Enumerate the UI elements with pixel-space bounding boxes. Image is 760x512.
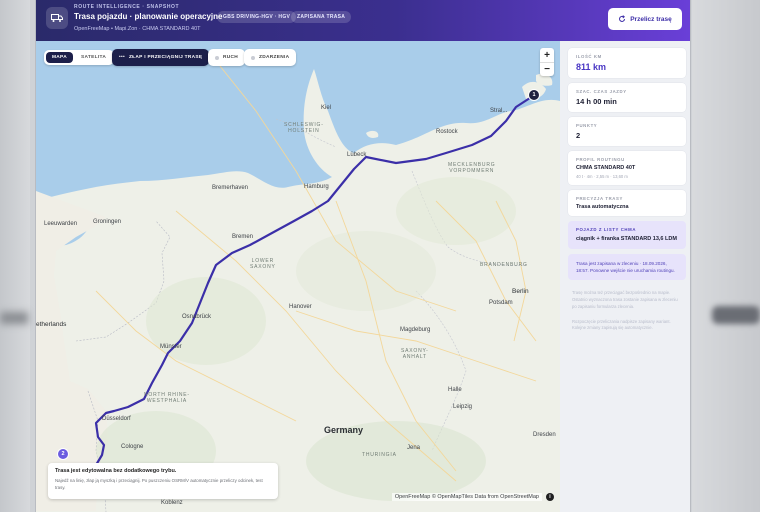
header-kicker: ROUTE INTELLIGENCE · SNAPSHOT	[74, 4, 180, 10]
info-icon[interactable]: i	[546, 493, 554, 501]
refresh-icon	[619, 15, 626, 22]
drive-time-card: SZAC. CZAS JAZDY 14 h 00 min	[568, 83, 686, 112]
route-summary-sidebar: ILOŚĆ KM 811 km SZAC. CZAS JAZDY 14 h 00…	[560, 41, 690, 512]
map-label-koblenz: Koblenz	[161, 500, 183, 506]
drag-route-label: ZŁAP I PRZECIĄGNIJ TRASĘ	[128, 55, 203, 60]
saved-route-note: Trasa jest zapisana w zleceniu · 18.09.2…	[568, 254, 686, 281]
traffic-label: RUCH	[223, 55, 239, 60]
route-precision-value: Trasa automatyczna	[576, 204, 629, 210]
route-edit-notice: Trasa jest edytowalna bez dodatkowego tr…	[48, 463, 278, 499]
map-label-brandenburg: BRANDENBURG	[480, 262, 528, 268]
map-label-leipzig: Leipzig	[453, 404, 473, 410]
map-label-osnabruck: Osnabrück	[182, 314, 212, 320]
route-end-pin[interactable]: 2	[57, 448, 69, 460]
distance-value: 811 km	[576, 62, 607, 72]
map-label-cologne: Cologne	[121, 444, 144, 450]
zoom-out-button[interactable]: −	[540, 62, 554, 76]
map-label-schleswig-holstein: SCHLESWIG- HOLSTEIN	[284, 122, 324, 134]
zoom-control: + −	[540, 48, 554, 76]
map-label-nrw: NORTH RHINE- WESTPHALIA	[144, 392, 190, 404]
sidebar-help-text-1: Trasę można też przeciągać bezpośrednio …	[572, 290, 678, 309]
drag-route-button[interactable]: ••• ZŁAP I PRZECIĄGNIJ TRASĘ	[112, 49, 210, 66]
distance-key: ILOŚĆ KM	[576, 54, 602, 59]
vehicle-value: ciągnik + firanka STANDARD 13,6 LDM	[576, 236, 677, 242]
notice-body: Najedź na linię, złap ją myszką i przeci…	[55, 478, 263, 490]
route-precision-card: PRECYZJA TRASY Trasa automatyczna	[568, 190, 686, 216]
route-start-pin[interactable]: 1	[528, 89, 540, 101]
map-label-germany: Germany	[324, 425, 364, 435]
map-label-stralsund: Stral...	[490, 108, 508, 114]
map-base	[36, 41, 560, 512]
map-label-hamburg: Hamburg	[304, 184, 329, 190]
drive-time-value: 14 h 00 min	[576, 97, 617, 106]
points-key: PUNKTY	[576, 123, 598, 128]
events-button[interactable]: ZDARZENIA	[244, 49, 297, 66]
map-label-dresden: Dresden	[533, 432, 556, 438]
traffic-button[interactable]: RUCH	[208, 49, 246, 66]
background-right	[692, 0, 760, 512]
distance-card: ILOŚĆ KM 811 km	[568, 48, 686, 78]
map-type-toggle: MAPA SATELITA	[44, 50, 115, 65]
map-label-groningen: Groningen	[93, 219, 122, 225]
map-label-potsdam: Potsdam	[489, 300, 513, 306]
map-label-rostock: Rostock	[436, 129, 458, 135]
map-label-bremerhaven: Bremerhaven	[212, 185, 249, 191]
notice-title: Trasa jest edytowalna bez dodatkowego tr…	[55, 468, 177, 474]
map-label-bremen: Bremen	[232, 234, 254, 240]
routing-profile-key: PROFIL ROUTINGU	[576, 157, 625, 162]
map-label-dusseldorf: Düsseldorf	[102, 416, 131, 422]
routing-profile-card: PROFIL ROUTINGU CHMA STANDARD 40T 40 t ·…	[568, 151, 686, 185]
map-label-lubeck: Lübeck	[347, 152, 367, 158]
events-label: ZDARZENIA	[259, 55, 290, 60]
app-header: ROUTE INTELLIGENCE · SNAPSHOT Trasa poja…	[36, 0, 690, 41]
map-label-leeuwarden: Leeuwarden	[44, 221, 78, 227]
vehicle-key: POJAZD Z LISTY CHMA	[576, 227, 637, 232]
points-card: PUNKTY 2	[568, 117, 686, 146]
map-label-jena: Jena	[407, 445, 421, 451]
background-shadow-left	[0, 312, 28, 324]
app-window: ROUTE INTELLIGENCE · SNAPSHOT Trasa poja…	[35, 0, 691, 512]
route-precision-key: PRECYZJA TRASY	[576, 196, 623, 201]
events-dot-icon	[251, 55, 255, 60]
points-value: 2	[576, 131, 581, 140]
map-label-halle: Halle	[448, 387, 462, 393]
drive-time-key: SZAC. CZAS JAZDY	[576, 89, 627, 94]
map-label-mecklenburg: MECKLENBURG VORPOMMERN	[448, 162, 496, 174]
satellite-mode-button[interactable]: SATELITA	[75, 52, 112, 63]
map-label-lower-saxony: LOWER SAXONY	[250, 258, 276, 270]
map-attribution[interactable]: OpenFreeMap © OpenMapTiles Data from Ope…	[391, 493, 542, 501]
map-label-magdeburg: Magdeburg	[400, 327, 431, 333]
truck-icon	[46, 7, 68, 29]
recalculate-route-button[interactable]: Przelicz trasę	[608, 8, 682, 30]
routing-profile-value: CHMA STANDARD 40T	[576, 165, 636, 171]
header-subtitle: OpenFreeMap • Mapi.Zon · CHMA STANDARD 4…	[74, 26, 201, 32]
map-label-netherlands: etherlands	[36, 321, 67, 328]
vehicle-card: POJAZD Z LISTY CHMA ciągnik + firanka ST…	[568, 221, 686, 250]
sidebar-help-text-2: Rozpoczęcie przeliczania nadpisze zapisa…	[572, 318, 671, 331]
traffic-dot-icon	[215, 55, 219, 60]
saved-route-badge: ZAPISANA TRASA	[291, 11, 352, 23]
zoom-in-button[interactable]: +	[540, 48, 554, 62]
recalculate-route-label: Przelicz trasę	[630, 15, 672, 23]
routing-profile-badge: GBS DRIVING-HGV · HGV	[217, 11, 297, 23]
map-label-berlin: Berlin	[512, 288, 529, 295]
map-label-hanover: Hanover	[289, 304, 312, 310]
routing-profile-specs: 40 t · 4m · 2,55 m · 13,60 m	[576, 174, 628, 179]
background-left	[0, 0, 30, 512]
drag-dots-icon: •••	[119, 55, 125, 60]
map-label-munster: Münster	[160, 344, 182, 350]
page-title: Trasa pojazdu · planowanie operacyjne	[74, 12, 223, 21]
map-label-kiel: Kiel	[321, 105, 332, 111]
background-shadow	[712, 306, 760, 324]
map-label-thuringia: THURINGIA	[362, 452, 397, 458]
map-mode-button[interactable]: MAPA	[46, 52, 73, 63]
map-label-saxony-anhalt: SAXONY- ANHALT	[401, 348, 429, 360]
route-map[interactable]: Kiel Stral... Rostock SCHLESWIG- HOLSTEI…	[36, 41, 560, 512]
